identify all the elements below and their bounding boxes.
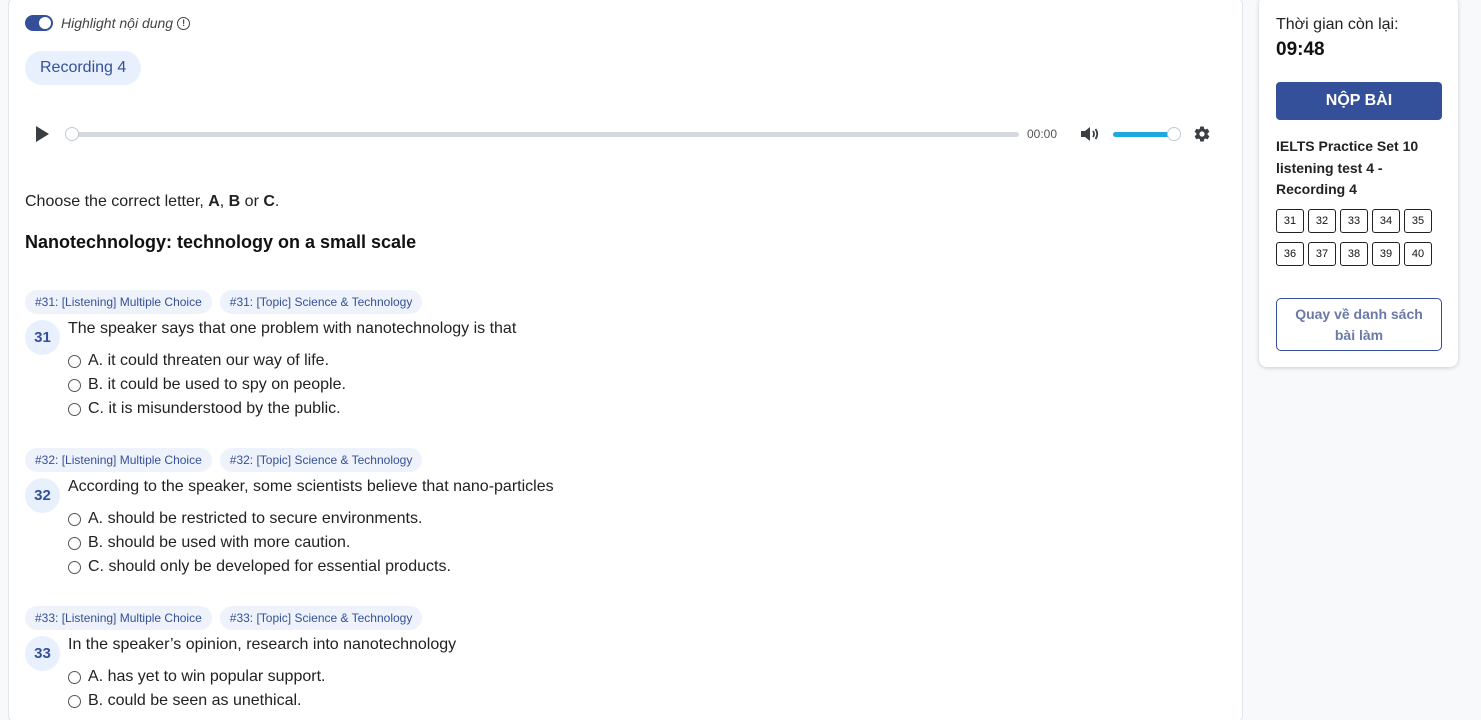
section-title: Nanotechnology: technology on a small sc… (25, 232, 417, 252)
question-number: 31 (25, 320, 60, 355)
question-nav-button[interactable]: 38 (1340, 242, 1368, 266)
timer-sidebar: Thời gian còn lại: 09:48 NỘP BÀI IELTS P… (1259, 0, 1458, 367)
highlight-toggle[interactable] (25, 15, 53, 31)
question-text: According to the speaker, some scientist… (68, 478, 554, 495)
question-block: #31: [Listening] Multiple Choice #31: [T… (25, 290, 1205, 421)
question-type-tag[interactable]: #33: [Listening] Multiple Choice (25, 606, 212, 630)
time-remaining-value: 09:48 (1276, 39, 1325, 60)
settings-button[interactable] (1193, 125, 1211, 143)
question-nav-button[interactable]: 34 (1372, 209, 1400, 233)
answer-option[interactable]: C. it is misunderstood by the public. (68, 397, 1205, 421)
answer-option[interactable]: A. it could threaten our way of life. (68, 349, 1205, 373)
volume-slider[interactable] (1113, 126, 1181, 141)
question-nav-button[interactable]: 35 (1404, 209, 1432, 233)
question-number: 33 (25, 636, 60, 671)
info-icon[interactable]: ! (177, 16, 191, 30)
seek-handle[interactable] (65, 126, 79, 141)
question-nav-button[interactable]: 36 (1276, 242, 1304, 266)
question-text: The speaker says that one problem with n… (68, 320, 517, 337)
question-nav-button[interactable]: 32 (1308, 209, 1336, 233)
question-block: #33: [Listening] Multiple Choice #33: [T… (25, 606, 1205, 713)
instruction-text: Choose the correct letter, A, B or C. (25, 193, 280, 210)
question-number: 32 (25, 478, 60, 513)
radio-button[interactable] (68, 402, 81, 416)
time-remaining-label: Thời gian còn lại: (1276, 16, 1399, 33)
seek-bar[interactable] (65, 126, 1019, 141)
question-nav-button[interactable]: 31 (1276, 209, 1304, 233)
answer-option[interactable]: A. has yet to win popular support. (68, 665, 1205, 689)
main-content-card: Highlight nội dung ! Recording 4 00:00 C… (8, 0, 1243, 720)
submit-button[interactable]: NỘP BÀI (1276, 82, 1442, 120)
test-title: IELTS Practice Set 10 listening test 4 -… (1276, 138, 1419, 197)
play-icon (36, 126, 49, 142)
answer-option[interactable]: B. could be seen as unethical. (68, 689, 1205, 713)
volume-handle[interactable] (1167, 126, 1181, 141)
radio-button[interactable] (68, 670, 81, 684)
highlight-toggle-row: Highlight nội dung ! (25, 15, 191, 31)
recording-pill[interactable]: Recording 4 (25, 51, 142, 85)
question-nav-button[interactable]: 39 (1372, 242, 1400, 266)
question-type-tag[interactable]: #32: [Listening] Multiple Choice (25, 448, 212, 472)
question-type-tag[interactable]: #31: [Listening] Multiple Choice (25, 290, 212, 314)
question-nav-button[interactable]: 33 (1340, 209, 1368, 233)
question-nav-button[interactable]: 37 (1308, 242, 1336, 266)
volume-icon (1081, 127, 1099, 141)
back-to-list-button[interactable]: Quay về danh sách bài làm (1276, 298, 1442, 351)
mute-button[interactable] (1079, 125, 1101, 143)
question-nav-button[interactable]: 40 (1404, 242, 1432, 266)
question-navigator: 31 32 33 34 35 36 37 38 39 40 (1276, 209, 1442, 266)
question-topic-tag[interactable]: #31: [Topic] Science & Technology (219, 290, 423, 314)
radio-button[interactable] (68, 354, 81, 368)
radio-button[interactable] (68, 560, 81, 574)
radio-button[interactable] (68, 694, 81, 708)
radio-button[interactable] (68, 378, 81, 392)
audio-player: 00:00 (25, 117, 1221, 151)
gear-icon (1194, 126, 1210, 142)
answer-option[interactable]: A. should be restricted to secure enviro… (68, 507, 1205, 531)
answer-option[interactable]: B. should be used with more caution. (68, 531, 1205, 555)
highlight-label: Highlight nội dung (61, 15, 174, 31)
play-button[interactable] (25, 125, 59, 143)
radio-button[interactable] (68, 512, 81, 526)
radio-button[interactable] (68, 536, 81, 550)
question-topic-tag[interactable]: #33: [Topic] Science & Technology (219, 606, 423, 630)
answer-option[interactable]: B. it could be used to spy on people. (68, 373, 1205, 397)
current-time: 00:00 (1027, 127, 1058, 141)
question-block: #32: [Listening] Multiple Choice #32: [T… (25, 448, 1205, 579)
question-topic-tag[interactable]: #32: [Topic] Science & Technology (219, 448, 423, 472)
question-text: In the speaker’s opinion, research into … (68, 636, 457, 653)
answer-option[interactable]: C. should only be developed for essentia… (68, 555, 1205, 579)
